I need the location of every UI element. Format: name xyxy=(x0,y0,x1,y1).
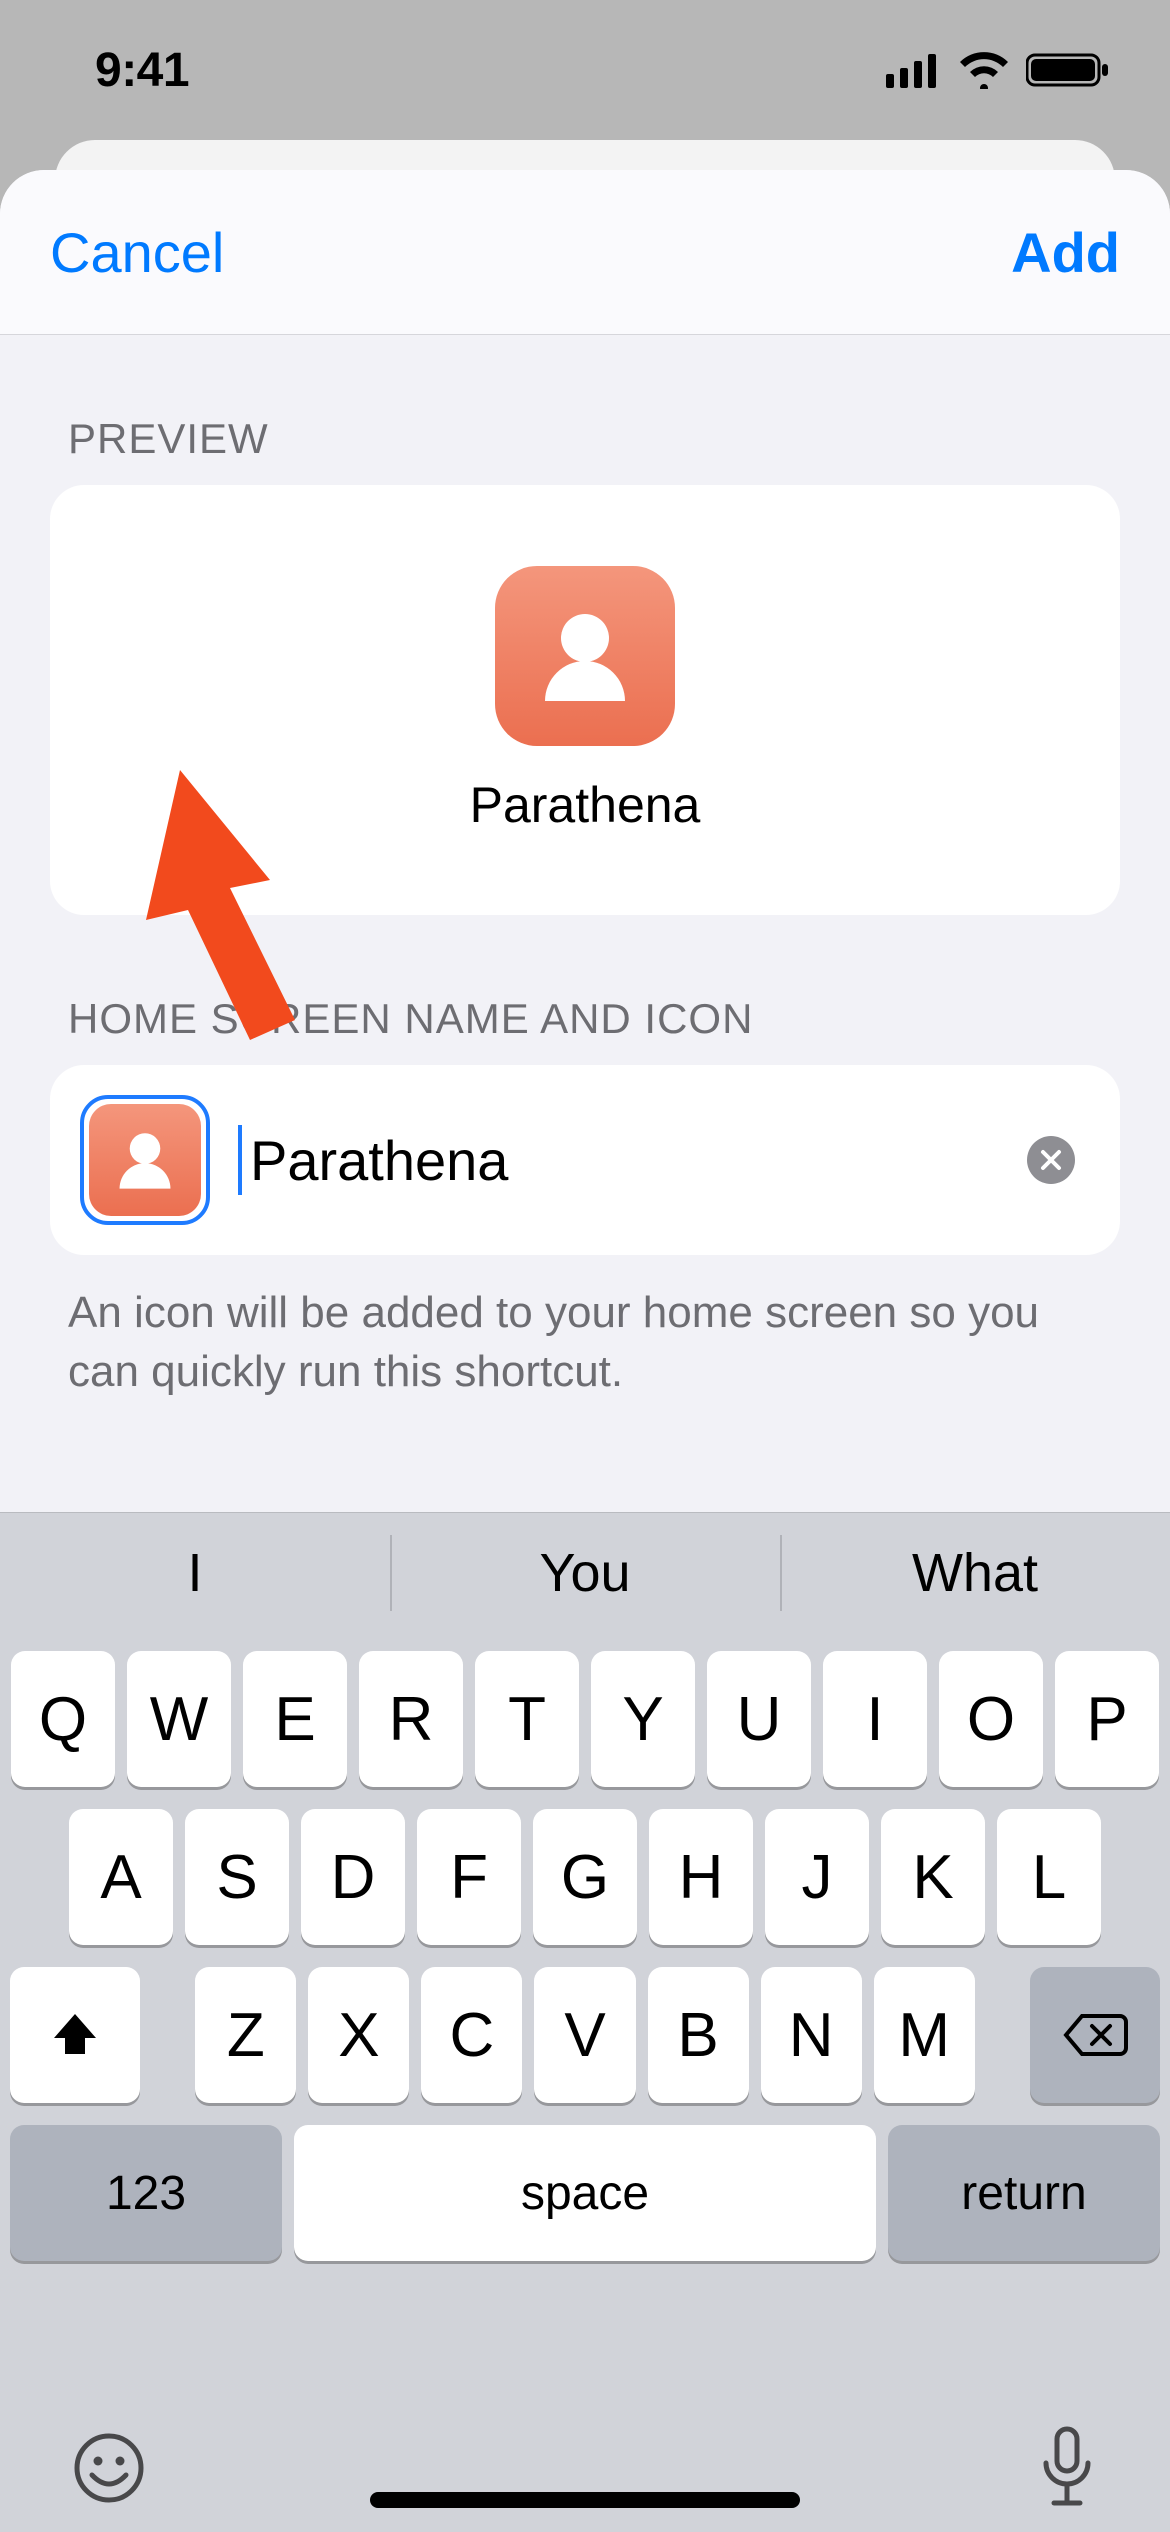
battery-icon xyxy=(1026,51,1110,89)
key-space[interactable]: space xyxy=(294,2125,876,2261)
key-z[interactable]: Z xyxy=(195,1967,296,2103)
key-x[interactable]: X xyxy=(308,1967,409,2103)
keyboard: I You What Q W E R T Y U I O P A xyxy=(0,1512,1170,2532)
preview-header: PREVIEW xyxy=(68,415,1120,463)
key-u[interactable]: U xyxy=(707,1651,811,1787)
keyboard-row-3: Z X C V B N M xyxy=(10,1967,1160,2103)
icon-picker-preview xyxy=(89,1104,201,1216)
key-return[interactable]: return xyxy=(888,2125,1160,2261)
key-f[interactable]: F xyxy=(417,1809,521,1945)
status-time: 9:41 xyxy=(95,43,189,98)
clear-text-button[interactable] xyxy=(1027,1136,1075,1184)
emoji-button[interactable] xyxy=(70,2429,148,2507)
key-r[interactable]: R xyxy=(359,1651,463,1787)
suggestion-3[interactable]: What xyxy=(780,1513,1170,1633)
key-m[interactable]: M xyxy=(874,1967,975,2103)
key-y[interactable]: Y xyxy=(591,1651,695,1787)
key-o[interactable]: O xyxy=(939,1651,1043,1787)
footer-description: An icon will be added to your home scree… xyxy=(68,1283,1102,1402)
key-shift[interactable] xyxy=(10,1967,140,2103)
key-w[interactable]: W xyxy=(127,1651,231,1787)
key-j[interactable]: J xyxy=(765,1809,869,1945)
key-l[interactable]: L xyxy=(997,1809,1101,1945)
key-backspace[interactable] xyxy=(1030,1967,1160,2103)
person-icon xyxy=(530,601,640,711)
key-d[interactable]: D xyxy=(301,1809,405,1945)
close-icon xyxy=(1040,1149,1062,1171)
key-k[interactable]: K xyxy=(881,1809,985,1945)
keyboard-row-2: A S D F G H J K L xyxy=(10,1809,1160,1945)
status-indicators xyxy=(886,51,1110,89)
keyboard-row-1: Q W E R T Y U I O P xyxy=(10,1651,1160,1787)
suggestion-2[interactable]: You xyxy=(390,1513,780,1633)
person-icon xyxy=(110,1125,180,1195)
key-q[interactable]: Q xyxy=(11,1651,115,1787)
keyboard-footer xyxy=(0,2382,1170,2532)
key-t[interactable]: T xyxy=(475,1651,579,1787)
key-c[interactable]: C xyxy=(421,1967,522,2103)
key-b[interactable]: B xyxy=(648,1967,749,2103)
suggestion-1[interactable]: I xyxy=(0,1513,390,1633)
text-caret xyxy=(238,1125,242,1195)
key-p[interactable]: P xyxy=(1055,1651,1159,1787)
nav-bar: Cancel Add xyxy=(0,170,1170,335)
wifi-icon xyxy=(958,51,1010,89)
key-numbers[interactable]: 123 xyxy=(10,2125,282,2261)
key-v[interactable]: V xyxy=(534,1967,635,2103)
home-indicator[interactable] xyxy=(370,2492,800,2508)
add-to-home-sheet: Cancel Add PREVIEW Parathena HOME SCREEN… xyxy=(0,170,1170,2532)
key-h[interactable]: H xyxy=(649,1809,753,1945)
key-g[interactable]: G xyxy=(533,1809,637,1945)
cancel-button[interactable]: Cancel xyxy=(50,220,224,285)
icon-picker-button[interactable] xyxy=(80,1095,210,1225)
keyboard-suggestion-bar: I You What xyxy=(0,1513,1170,1633)
key-i[interactable]: I xyxy=(823,1651,927,1787)
key-a[interactable]: A xyxy=(69,1809,173,1945)
shortcut-name-input[interactable] xyxy=(240,1065,997,1255)
preview-app-icon xyxy=(495,566,675,746)
cellular-icon xyxy=(886,52,942,88)
dictation-button[interactable] xyxy=(1034,2423,1100,2513)
preview-card: Parathena xyxy=(50,485,1120,915)
status-bar: 9:41 xyxy=(0,0,1170,140)
add-button[interactable]: Add xyxy=(1011,220,1120,285)
preview-app-label: Parathena xyxy=(470,776,701,834)
name-icon-header: HOME SCREEN NAME AND ICON xyxy=(68,995,1120,1043)
keyboard-row-4: 123 space return xyxy=(10,2125,1160,2261)
shift-icon xyxy=(48,2008,102,2062)
backspace-icon xyxy=(1062,2012,1128,2058)
key-s[interactable]: S xyxy=(185,1809,289,1945)
key-e[interactable]: E xyxy=(243,1651,347,1787)
name-and-icon-row xyxy=(50,1065,1120,1255)
key-n[interactable]: N xyxy=(761,1967,862,2103)
